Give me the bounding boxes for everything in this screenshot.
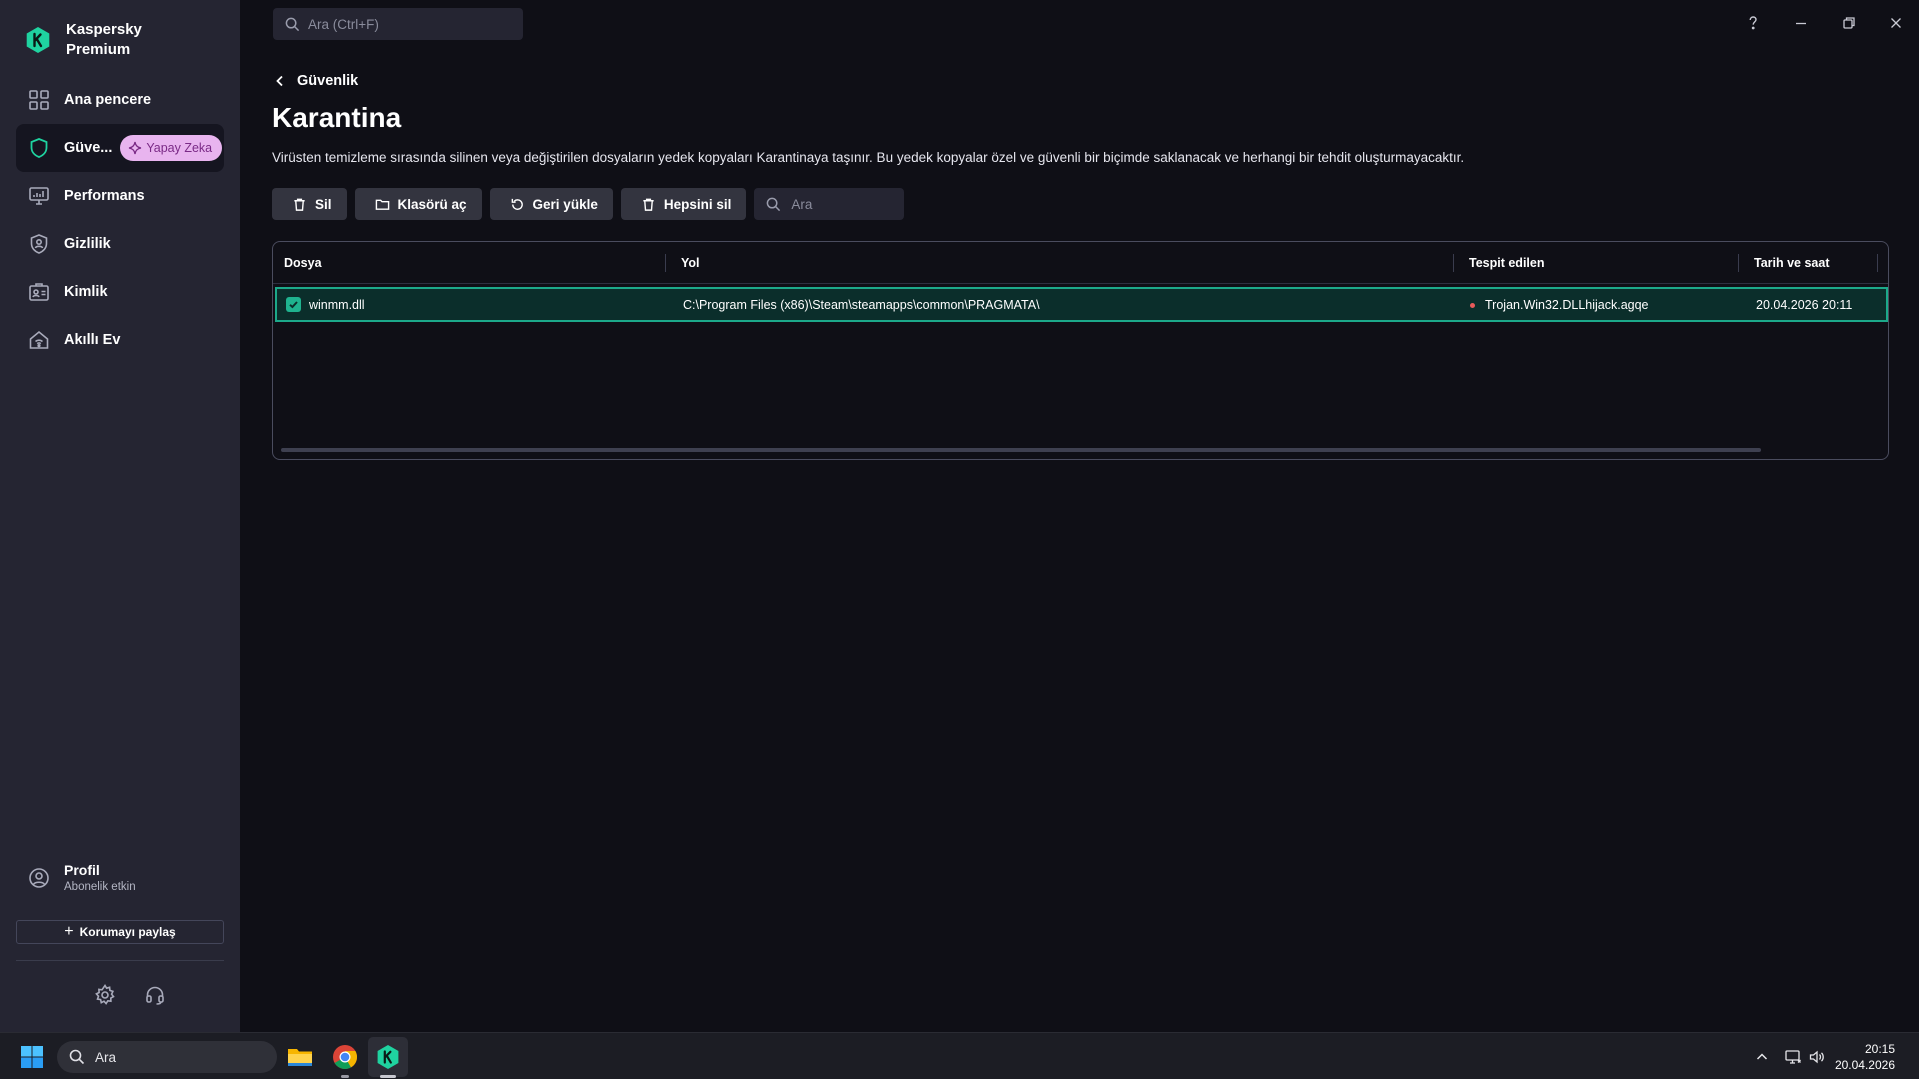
- sidebar-item-security[interactable]: Güve... Yapay Zeka: [16, 124, 224, 172]
- quarantine-table: Dosya Yol Tespit edilen Tarih ve saat wi…: [272, 241, 1889, 460]
- windows-start-icon[interactable]: [20, 1045, 44, 1069]
- profile-title: Profil: [64, 862, 100, 878]
- subscription-status: Abonelik etkin: [64, 881, 136, 893]
- delete-all-button[interactable]: Hepsini sil: [620, 188, 747, 220]
- sidebar-item-label: Performans: [64, 188, 145, 204]
- smart-home-icon: [29, 330, 49, 349]
- sidebar-item-label: Kimlik: [64, 284, 108, 300]
- plus-icon: +: [64, 923, 74, 940]
- checkmark-icon: [289, 301, 298, 309]
- restore-button[interactable]: Geri yükle: [489, 188, 613, 220]
- kaspersky-logo-icon: [26, 27, 50, 53]
- file-explorer-icon[interactable]: [286, 1043, 314, 1071]
- delete-all-button-label: Hepsini sil: [663, 196, 732, 212]
- global-search[interactable]: [273, 8, 523, 40]
- performance-icon: [29, 187, 49, 205]
- global-search-input[interactable]: [308, 16, 498, 32]
- sidebar: Kaspersky Premium Ana pencere Güve... Ya…: [0, 0, 240, 1032]
- sidebar-item-identity[interactable]: Kimlik: [16, 268, 224, 316]
- headset-icon[interactable]: [144, 984, 166, 1006]
- taskbar-search-label: Ara: [95, 1049, 117, 1065]
- ai-badge[interactable]: Yapay Zeka: [120, 135, 223, 161]
- threat-name: Trojan.Win32.DLLhijack.agqe: [1485, 298, 1649, 312]
- privacy-icon: [30, 234, 48, 254]
- threat-indicator: [1470, 303, 1475, 308]
- share-protection-button[interactable]: + Korumayı paylaş: [16, 920, 224, 944]
- share-protection-label: Korumayı paylaş: [79, 925, 176, 939]
- taskbar: Ara 20:15 20.04.2026: [0, 1032, 1919, 1079]
- horizontal-scrollbar[interactable]: [281, 448, 1761, 452]
- system-clock[interactable]: 20:15 20.04.2026: [1835, 1041, 1895, 1073]
- delete-button-label: Sil: [315, 196, 332, 212]
- sidebar-item-smart-home[interactable]: Akıllı Ev: [16, 316, 224, 364]
- search-icon: [767, 197, 781, 211]
- trash-icon: [643, 198, 654, 211]
- network-icon[interactable]: [1784, 1048, 1802, 1066]
- help-icon[interactable]: [1744, 14, 1762, 32]
- clock-date: 20.04.2026: [1834, 1058, 1895, 1072]
- undo-icon: [511, 198, 523, 210]
- open-folder-button[interactable]: Klasörü aç: [354, 188, 482, 220]
- volume-icon[interactable]: [1808, 1048, 1826, 1066]
- page-title: Karantina: [272, 102, 402, 133]
- folder-icon: [375, 199, 389, 210]
- dashboard-icon: [29, 90, 49, 110]
- detection-datetime: 20.04.2026 20:11: [1756, 298, 1853, 312]
- gear-icon[interactable]: [94, 984, 116, 1006]
- quarantine-search[interactable]: [754, 188, 905, 220]
- sidebar-item-main-window[interactable]: Ana pencere: [16, 76, 224, 124]
- table-row[interactable]: winmm.dll C:\Program Files (x86)\Steam\s…: [275, 287, 1888, 322]
- kaspersky-icon[interactable]: [374, 1043, 402, 1071]
- sidebar-item-privacy[interactable]: Gizlilik: [16, 220, 224, 268]
- user-circle-icon: [29, 867, 49, 888]
- column-separator[interactable]: [1738, 254, 1739, 272]
- taskbar-search[interactable]: Ara: [57, 1041, 277, 1073]
- delete-button[interactable]: Sil: [272, 188, 347, 220]
- column-separator[interactable]: [1877, 254, 1878, 272]
- page-description: Virüsten temizleme sırasında silinen vey…: [272, 150, 1465, 165]
- app-active-indicator: [380, 1075, 396, 1078]
- sidebar-item-label: Akıllı Ev: [64, 332, 121, 348]
- sidebar-item-label: Güve...: [64, 140, 113, 156]
- shield-icon: [30, 138, 48, 158]
- breadcrumb-label: Güvenlik: [297, 73, 359, 89]
- sparkle-icon: [129, 141, 142, 155]
- column-header-detected[interactable]: Tespit edilen: [1469, 256, 1544, 270]
- quarantine-search-input[interactable]: [791, 196, 892, 212]
- file-name: winmm.dll: [309, 298, 365, 312]
- app-name: Kaspersky Premium: [66, 21, 142, 58]
- search-icon: [285, 17, 300, 31]
- breadcrumb-back[interactable]: Güvenlik: [273, 73, 358, 89]
- sidebar-divider: [16, 960, 224, 961]
- file-path: C:\Program Files (x86)\Steam\steamapps\c…: [683, 298, 1040, 312]
- sidebar-item-label: Gizlilik: [64, 236, 111, 252]
- sidebar-nav: Ana pencere Güve... Yapay Zeka Performan…: [16, 76, 224, 364]
- profile-link[interactable]: Profil Abonelik etkin: [28, 862, 136, 893]
- search-icon: [69, 1049, 85, 1065]
- column-separator[interactable]: [665, 254, 666, 272]
- chrome-icon[interactable]: [331, 1043, 359, 1071]
- trash-icon: [294, 198, 305, 211]
- restore-button-label: Geri yükle: [532, 196, 598, 212]
- brand: Kaspersky Premium: [24, 20, 166, 60]
- chevron-up-icon[interactable]: [1753, 1048, 1771, 1066]
- identity-icon: [29, 283, 49, 301]
- ai-badge-label: Yapay Zeka: [146, 141, 213, 155]
- column-header-file[interactable]: Dosya: [284, 256, 322, 270]
- restore-icon[interactable]: [1840, 14, 1858, 32]
- open-folder-button-label: Klasörü aç: [397, 196, 467, 212]
- chevron-left-icon: [276, 75, 283, 87]
- column-header-datetime[interactable]: Tarih ve saat: [1754, 256, 1830, 270]
- column-header-path[interactable]: Yol: [681, 256, 700, 270]
- sidebar-item-label: Ana pencere: [64, 92, 152, 108]
- table-header: Dosya Yol Tespit edilen Tarih ve saat: [273, 242, 1888, 284]
- column-separator[interactable]: [1453, 254, 1454, 272]
- clock-time: 20:15: [1864, 1042, 1895, 1056]
- app-running-indicator: [341, 1075, 349, 1078]
- close-icon[interactable]: [1887, 14, 1905, 32]
- minimize-icon[interactable]: [1792, 14, 1810, 32]
- row-checkbox[interactable]: [286, 297, 301, 312]
- sidebar-item-performance[interactable]: Performans: [16, 172, 224, 220]
- quarantine-toolbar: Sil Klasörü aç Geri yükle Hepsini sil: [272, 188, 905, 220]
